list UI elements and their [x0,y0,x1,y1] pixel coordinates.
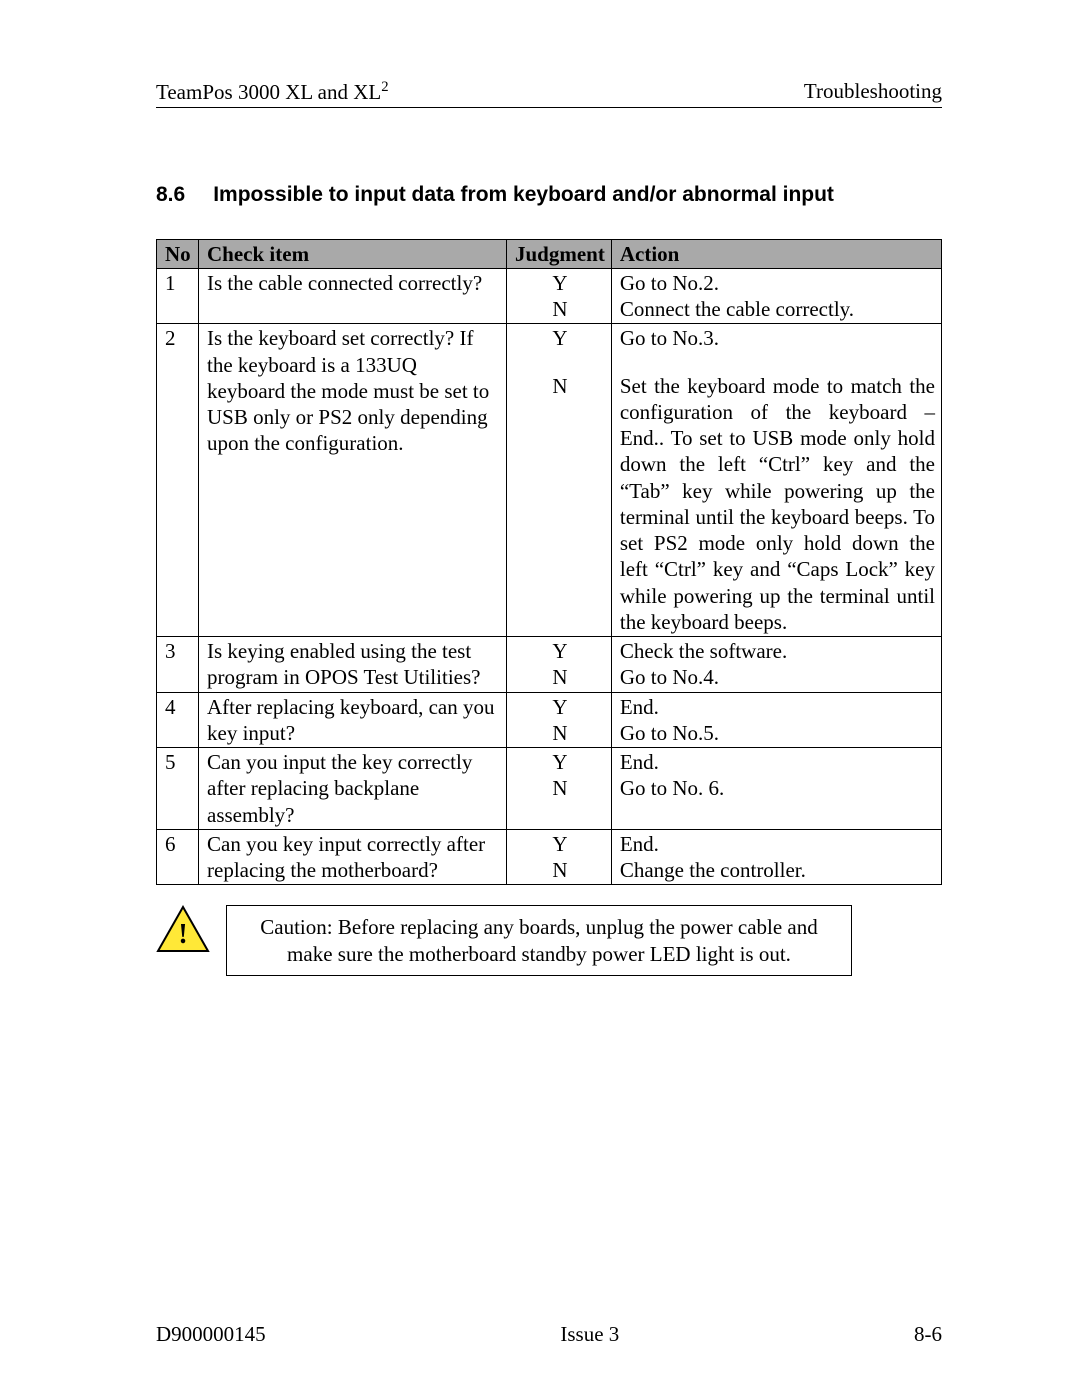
judgment-n: N [515,775,605,801]
caution-row: ! Caution: Before replacing any boards, … [156,905,942,976]
table-row: 4 After replacing keyboard, can you key … [157,692,942,748]
action-y: Check the software. [620,638,935,664]
header-left-sup: 2 [381,79,388,95]
cell-action: Go to No.2. Connect the cable correctly. [611,268,941,324]
running-header: TeamPos 3000 XL and XL2 Troubleshooting [156,78,942,108]
action-y: Go to No.2. [620,270,935,296]
judgment-y: Y [515,831,605,857]
cell-check-item: Is keying enabled using the test program… [199,637,507,693]
page-footer: D900000145 Issue 3 8-6 [156,1321,942,1347]
judgment-n: N [515,664,605,690]
footer-center: Issue 3 [560,1321,619,1347]
th-judgment: Judgment [507,239,612,268]
action-n: Go to No. 6. [620,775,935,801]
judgment-n: N [515,857,605,883]
table-row: 3 Is keying enabled using the test progr… [157,637,942,693]
cell-judgment: Y N [507,829,612,885]
section-number: 8.6 [156,182,185,208]
judgment-y: Y [515,270,605,296]
action-n: Go to No.5. [620,720,935,746]
troubleshooting-table: No Check item Judgment Action 1 Is the c… [156,239,942,886]
judgment-n: N [515,296,605,322]
th-action: Action [611,239,941,268]
cell-action: End. Change the controller. [611,829,941,885]
cell-action: End. Go to No. 6. [611,748,941,830]
action-n: Set the keyboard mode to match the confi… [620,373,935,636]
cell-judgment: Y N [507,637,612,693]
cell-judgment: Y N [507,324,612,637]
cell-no: 2 [157,324,199,637]
table-row: 1 Is the cable connected correctly? Y N … [157,268,942,324]
page: TeamPos 3000 XL and XL2 Troubleshooting … [0,0,1080,1397]
table-header-row: No Check item Judgment Action [157,239,942,268]
cell-action: End. Go to No.5. [611,692,941,748]
cell-action: Check the software. Go to No.4. [611,637,941,693]
cell-no: 3 [157,637,199,693]
footer-right: 8-6 [914,1321,942,1347]
th-check-item: Check item [199,239,507,268]
judgment-n: N [515,720,605,746]
cell-judgment: Y N [507,692,612,748]
action-n: Go to No.4. [620,664,935,690]
caution-text: Caution: Before replacing any boards, un… [260,915,817,965]
cell-no: 5 [157,748,199,830]
cell-no: 6 [157,829,199,885]
warning-icon: ! [156,905,210,953]
cell-judgment: Y N [507,268,612,324]
table-row: 6 Can you key input correctly after repl… [157,829,942,885]
cell-judgment: Y N [507,748,612,830]
action-y: Go to No.3. [620,325,935,351]
cell-no: 1 [157,268,199,324]
judgment-n: N [515,373,605,399]
action-n: Connect the cable correctly. [620,296,935,322]
footer-left: D900000145 [156,1321,266,1347]
judgment-y: Y [515,749,605,775]
caution-box: Caution: Before replacing any boards, un… [226,905,852,976]
cell-check-item: Is the cable connected correctly? [199,268,507,324]
judgment-y: Y [515,325,605,351]
action-y: End. [620,694,935,720]
svg-text:!: ! [178,919,187,950]
table-row: 5 Can you input the key correctly after … [157,748,942,830]
judgment-y: Y [515,694,605,720]
action-y: End. [620,831,935,857]
cell-no: 4 [157,692,199,748]
table-row: 2 Is the keyboard set correctly? If the … [157,324,942,637]
cell-check-item: Can you key input correctly after replac… [199,829,507,885]
header-right: Troubleshooting [804,78,942,105]
action-n: Change the controller. [620,857,935,883]
th-no: No [157,239,199,268]
section-title-text: Impossible to input data from keyboard a… [213,182,834,208]
judgment-y: Y [515,638,605,664]
header-left-text: TeamPos 3000 XL and XL [156,80,381,104]
cell-check-item: Is the keyboard set correctly? If the ke… [199,324,507,637]
cell-action: Go to No.3. Set the keyboard mode to mat… [611,324,941,637]
cell-check-item: Can you input the key correctly after re… [199,748,507,830]
section-heading: 8.6 Impossible to input data from keyboa… [156,182,942,208]
action-y: End. [620,749,935,775]
header-left: TeamPos 3000 XL and XL2 [156,78,389,105]
cell-check-item: After replacing keyboard, can you key in… [199,692,507,748]
